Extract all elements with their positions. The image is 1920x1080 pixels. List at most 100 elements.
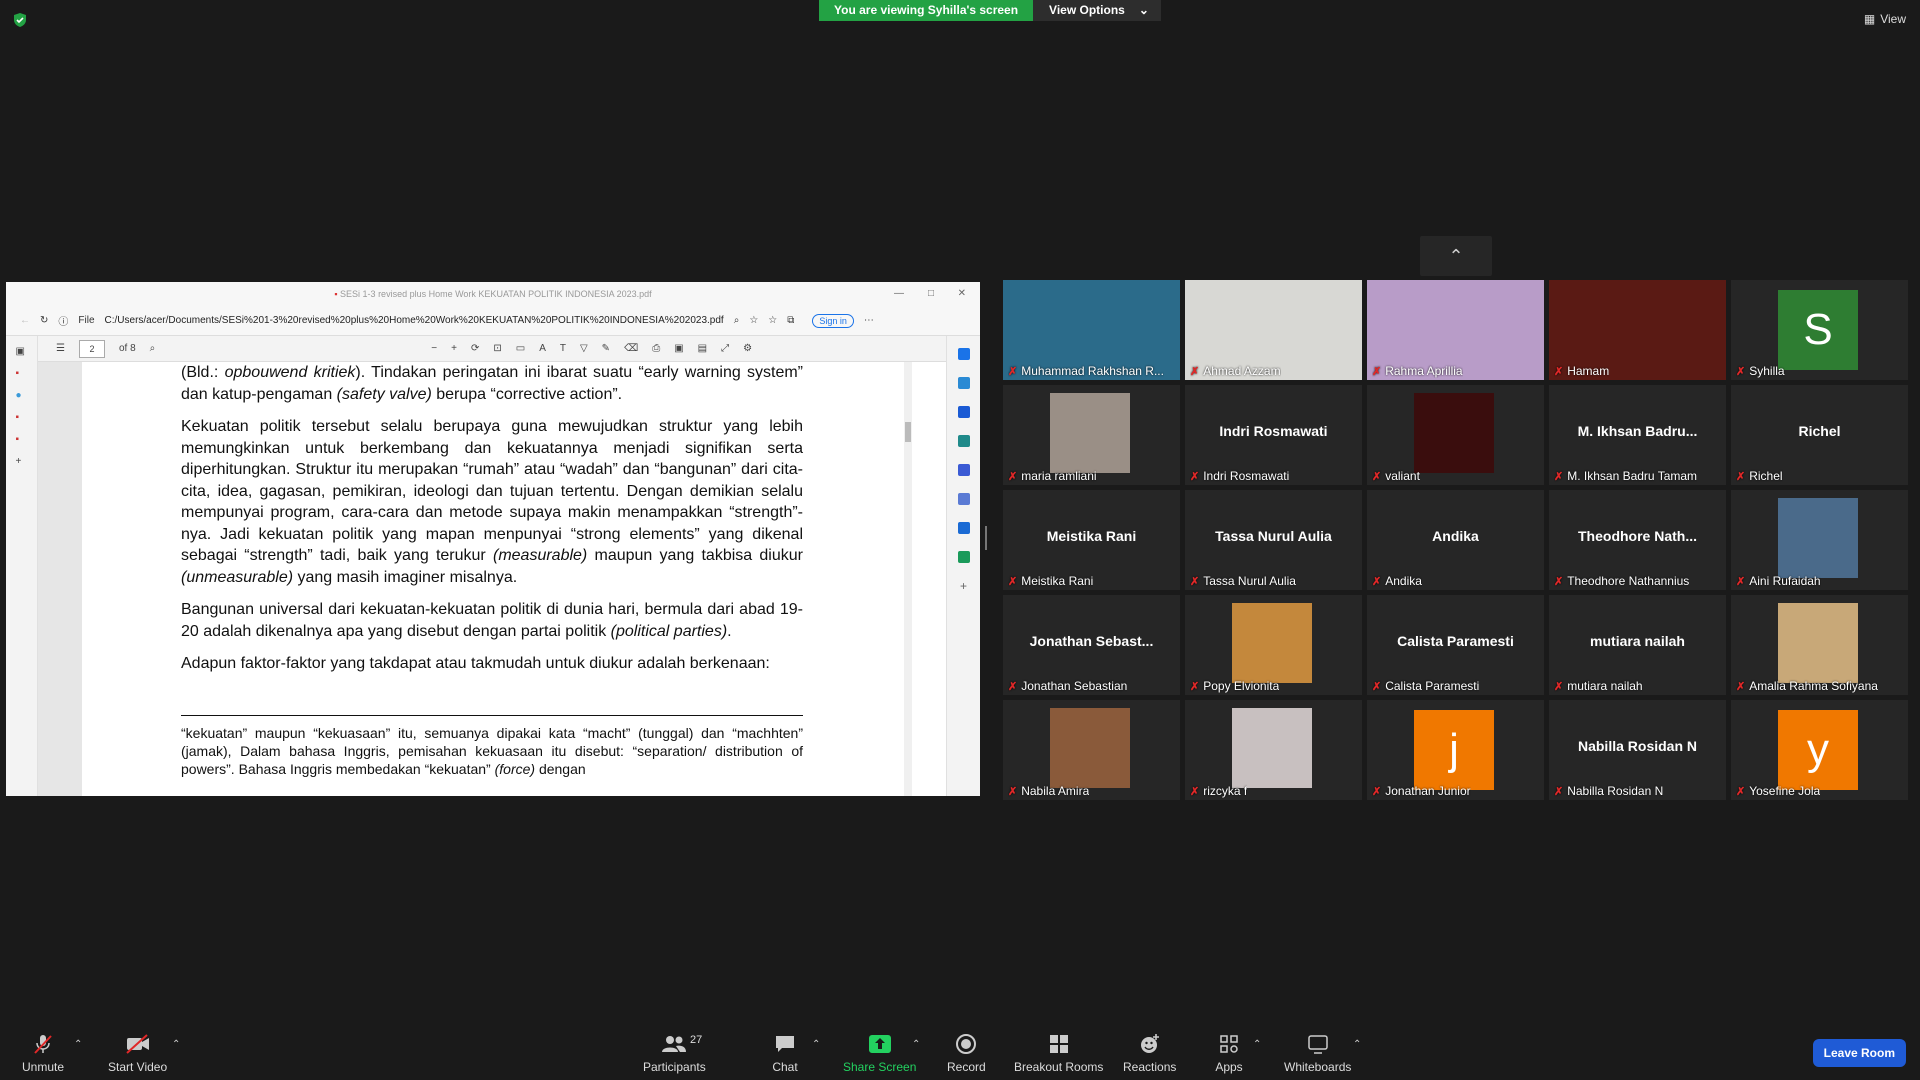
refresh-icon[interactable]: ↻ [40,315,48,326]
record-button[interactable]: Record [947,1032,986,1074]
maximize-icon[interactable]: □ [928,282,934,306]
pdf-tab-icon[interactable]: ▪ [16,412,28,424]
print-icon[interactable]: ⎙ [652,343,660,354]
participant-tile[interactable]: ✗ Popy Elvionita [1185,595,1362,695]
expand-icon[interactable]: ⤢ [721,343,729,354]
participant-tile[interactable]: Theodhore Nath... ✗ Theodhore Nathannius [1549,490,1726,590]
fit-page-icon[interactable]: ⊡ [493,343,501,354]
close-icon[interactable]: ✕ [958,282,966,306]
minimize-icon[interactable]: — [894,282,904,306]
participant-name: Jonathan Sebastian [1021,679,1128,693]
participant-tile[interactable]: ✗ valiant [1367,385,1544,485]
security-shield-icon[interactable] [12,12,28,28]
read-aloud-icon[interactable]: A [539,343,546,354]
settings-icon[interactable]: ⚙ [743,343,752,354]
participant-tile[interactable]: Richel ✗ Richel [1731,385,1908,485]
participant-tile[interactable]: j ✗ Jonathan Junior [1367,700,1544,800]
participant-tile[interactable]: Meistika Rani ✗ Meistika Rani [1003,490,1180,590]
tools-icon[interactable] [957,435,970,447]
participant-tile[interactable]: Tassa Nurul Aulia ✗ Tassa Nurul Aulia [1185,490,1362,590]
page-view-icon[interactable]: ▭ [516,343,525,354]
participant-tile[interactable]: y ✗ Yosefine Jola [1731,700,1908,800]
url-text[interactable]: C:/Users/acer/Documents/SESi%201-3%20rev… [105,315,724,326]
participant-tile[interactable]: Indri Rosmawati ✗ Indri Rosmawati [1185,385,1362,485]
page-number-input[interactable]: 2 [78,339,105,358]
reactions-button[interactable]: Reactions [1123,1032,1176,1074]
mic-muted-icon: ✗ [1190,785,1200,798]
bing-icon[interactable] [957,377,970,389]
participant-tile[interactable]: mutiara nailah ✗ mutiara nailah [1549,595,1726,695]
splitter-handle[interactable] [985,526,987,550]
apps-button[interactable]: Apps [1215,1032,1243,1074]
participant-tile[interactable]: Andika ✗ Andika [1367,490,1544,590]
whiteboards-button[interactable]: Whiteboards [1284,1032,1351,1074]
sign-in-button[interactable]: Sign in [812,313,854,328]
chat-button[interactable]: Chat [771,1032,799,1074]
breakout-rooms-button[interactable]: Breakout Rooms [1014,1032,1103,1074]
participant-tile[interactable]: ✗ Ahmad Azzam [1185,280,1362,380]
contents-icon[interactable]: ☰ [56,343,65,354]
participant-tile[interactable]: ✗ Nabila Amira [1003,700,1180,800]
participant-tile[interactable]: ✗ Aini Rufaidah [1731,490,1908,590]
video-options-caret[interactable]: ⌃ [172,1039,180,1050]
zoom-in-icon[interactable]: + [451,343,457,354]
gallery-page-up-button[interactable]: ⌃ [1420,236,1492,276]
pdf-tab-icon[interactable]: ▪ [16,368,28,380]
participant-tile[interactable]: ✗ Amalia Rahma Sofiyana [1731,595,1908,695]
participant-tile[interactable]: ✗ maria ramliani [1003,385,1180,485]
sidebar-icon[interactable]: ⧉ [787,315,794,326]
mic-muted-icon: ✗ [1008,365,1018,378]
tab-icon[interactable]: ▣ [16,346,28,358]
unmute-button[interactable]: Unmute [22,1032,64,1074]
back-icon[interactable]: ← [20,315,30,326]
leave-room-button[interactable]: Leave Room [1812,1039,1906,1067]
whiteboards-options-caret[interactable]: ⌃ [1353,1039,1361,1050]
games-icon[interactable] [957,464,970,476]
drop-icon[interactable] [957,551,970,563]
view-options-button[interactable]: View Options ⌄ [1033,0,1161,21]
pdf-page-area[interactable]: (Bld.: opbouwend kritiek). Tindakan peri… [38,362,902,796]
share-screen-button[interactable]: Share Screen [843,1032,916,1074]
zoom-out-icon[interactable]: − [431,343,437,354]
shopping-icon[interactable] [957,406,970,418]
page-total: of 8 [118,343,136,354]
audio-options-caret[interactable]: ⌃ [74,1039,82,1050]
participant-tile[interactable]: Jonathan Sebast... ✗ Jonathan Sebastian [1003,595,1180,695]
filter-icon[interactable]: ▽ [580,343,588,354]
browser-tab-icon[interactable]: ● [16,390,28,402]
zoom-icon[interactable]: ⌕ [734,315,740,326]
find-icon[interactable]: ⌕ [150,343,156,354]
share-options-caret[interactable]: ⌃ [912,1039,920,1050]
office-icon[interactable] [957,493,970,505]
search-icon[interactable] [957,348,970,360]
new-tab-icon[interactable]: + [16,456,28,468]
rotate-icon[interactable]: ⟳ [471,343,479,354]
add-icon[interactable]: + [958,580,970,592]
participant-tile[interactable]: Calista Paramesti ✗ Calista Paramesti [1367,595,1544,695]
highlight-icon[interactable]: ✎ [602,343,610,354]
participant-tile[interactable]: ✗ Rahma Aprillia [1367,280,1544,380]
text-icon[interactable]: T [560,343,566,354]
save-icon[interactable]: ▣ [674,343,683,354]
more-icon[interactable]: ⋯ [864,315,874,326]
scroll-thumb[interactable] [905,422,911,442]
participant-tile[interactable]: Nabilla Rosidan N ✗ Nabilla Rosidan N [1549,700,1726,800]
pdf-tab-icon[interactable]: ▪ [16,434,28,446]
erase-icon[interactable]: ⌫ [624,343,638,354]
participant-tile[interactable]: M. Ikhsan Badru... ✗ M. Ikhsan Badru Tamam [1549,385,1726,485]
participant-name-label: ✗ Popy Elvionita [1190,679,1279,693]
collections-icon[interactable]: ☆ [768,315,777,326]
participant-tile[interactable]: ✗ rizcyka f [1185,700,1362,800]
participant-name-label: ✗ Jonathan Junior [1372,784,1471,798]
favorite-icon[interactable]: ☆ [749,315,758,326]
save-as-icon[interactable]: ▤ [698,343,707,354]
chat-options-caret[interactable]: ⌃ [812,1039,820,1050]
view-button[interactable]: ▦ View [1864,12,1906,26]
outlook-icon[interactable] [957,522,970,534]
participant-tile[interactable]: S ✗ Syhilla [1731,280,1908,380]
apps-options-caret[interactable]: ⌃ [1253,1039,1261,1050]
start-video-button[interactable]: Start Video [108,1032,167,1074]
participant-tile[interactable]: ✗ Hamam [1549,280,1726,380]
participant-tile[interactable]: ✗ Muhammad Rakhshan R... [1003,280,1180,380]
scrollbar[interactable] [904,362,912,796]
